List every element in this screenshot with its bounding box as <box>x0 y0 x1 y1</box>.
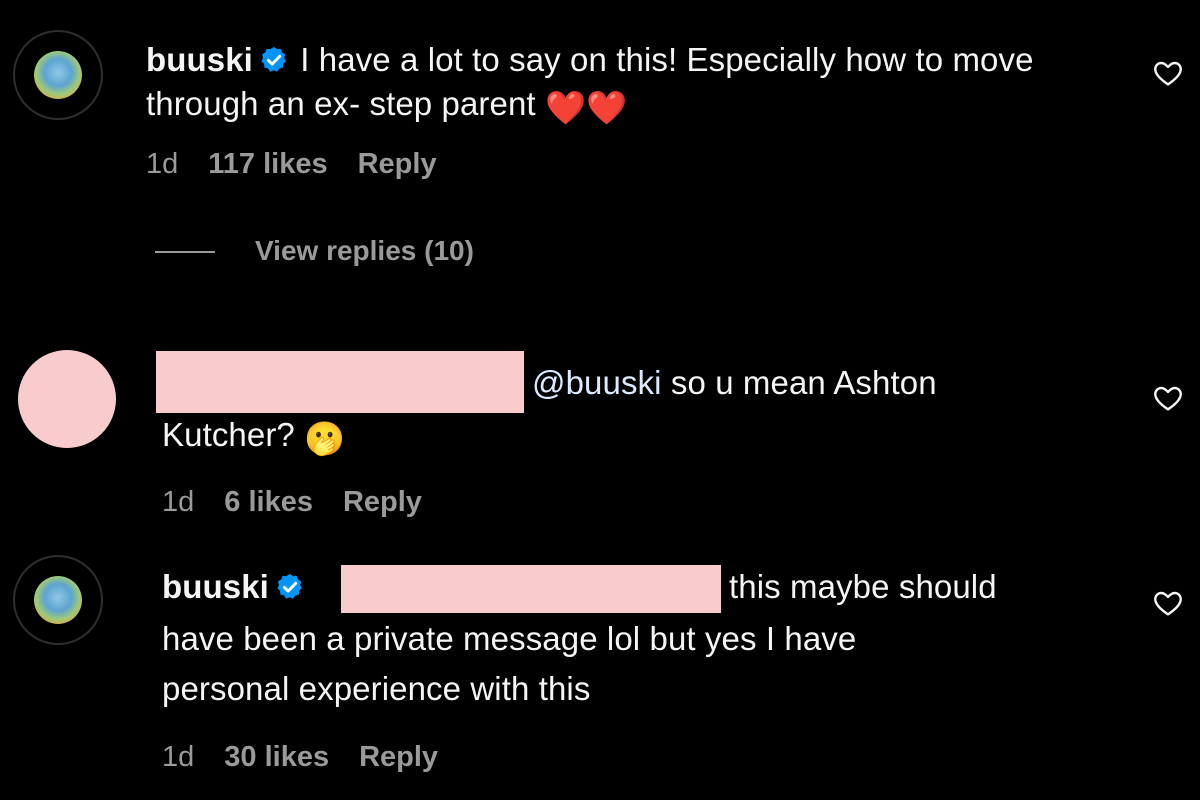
comment-2-redacted-username <box>156 351 524 413</box>
comment-1-likes[interactable]: 117 likes <box>208 148 327 181</box>
comment-2-text-line2: Kutcher? <box>162 416 295 453</box>
comment-2-line1: @buuski so u mean Ashton <box>532 361 937 405</box>
comment-3-time: 1d <box>162 741 195 773</box>
comment-3-text-line2: have been a private message lol but yes … <box>162 620 857 657</box>
verified-badge-icon <box>259 42 289 72</box>
comment-1-username[interactable]: buuski <box>146 41 253 78</box>
hand-over-mouth-emoji: 🫢 <box>304 420 346 457</box>
comment-1-body: buuski I have a lot to say on this! Espe… <box>146 38 1126 130</box>
comment-1-like-button[interactable] <box>1152 57 1184 94</box>
comment-1-time: 1d <box>146 148 179 180</box>
heart-outline-icon <box>1154 386 1182 411</box>
heart-outline-icon <box>1154 591 1182 616</box>
comment-3-text-line1: this maybe should <box>729 568 997 605</box>
view-replies-button[interactable]: View replies (10) <box>255 235 474 267</box>
comment-3-text-line3: personal experience with this <box>162 670 591 707</box>
comment-2-meta: 1d 6 likes Reply <box>162 486 422 519</box>
replies-divider <box>155 251 215 253</box>
comment-3-meta: 1d 30 likes Reply <box>162 741 438 774</box>
comment-2-avatar[interactable] <box>18 350 116 448</box>
comment-2-line2: Kutcher? 🫢 <box>162 413 345 461</box>
comment-2-mention[interactable]: @buuski <box>532 364 662 401</box>
verified-badge-icon <box>275 569 305 599</box>
comment-2-like-button[interactable] <box>1152 382 1184 419</box>
comment-1-reply-button[interactable]: Reply <box>358 148 437 181</box>
comment-1-avatar[interactable] <box>13 30 103 120</box>
hearts-emoji: ❤️❤️ <box>544 89 628 126</box>
comment-3-likes[interactable]: 30 likes <box>224 741 329 774</box>
comment-1-text-line1: I have a lot to say on this! Especially … <box>300 41 1034 78</box>
heart-outline-icon <box>1154 61 1182 86</box>
comment-2-reply-button[interactable]: Reply <box>343 486 422 519</box>
comment-3-username[interactable]: buuski <box>162 568 269 605</box>
comment-1-text-line2: through an ex- step parent <box>146 85 536 122</box>
comment-3-avatar[interactable] <box>13 555 103 645</box>
comment-1-meta: 1d 117 likes Reply <box>146 148 437 181</box>
comment-3-redacted-mention <box>341 565 721 613</box>
comment-2-likes[interactable]: 6 likes <box>224 486 313 519</box>
comment-3-like-button[interactable] <box>1152 587 1184 624</box>
comment-2-text-line1: so u mean Ashton <box>670 364 937 401</box>
comment-3-reply-button[interactable]: Reply <box>359 741 438 774</box>
comment-2-time: 1d <box>162 486 195 518</box>
comment-3-line1: buuski <box>162 565 307 609</box>
